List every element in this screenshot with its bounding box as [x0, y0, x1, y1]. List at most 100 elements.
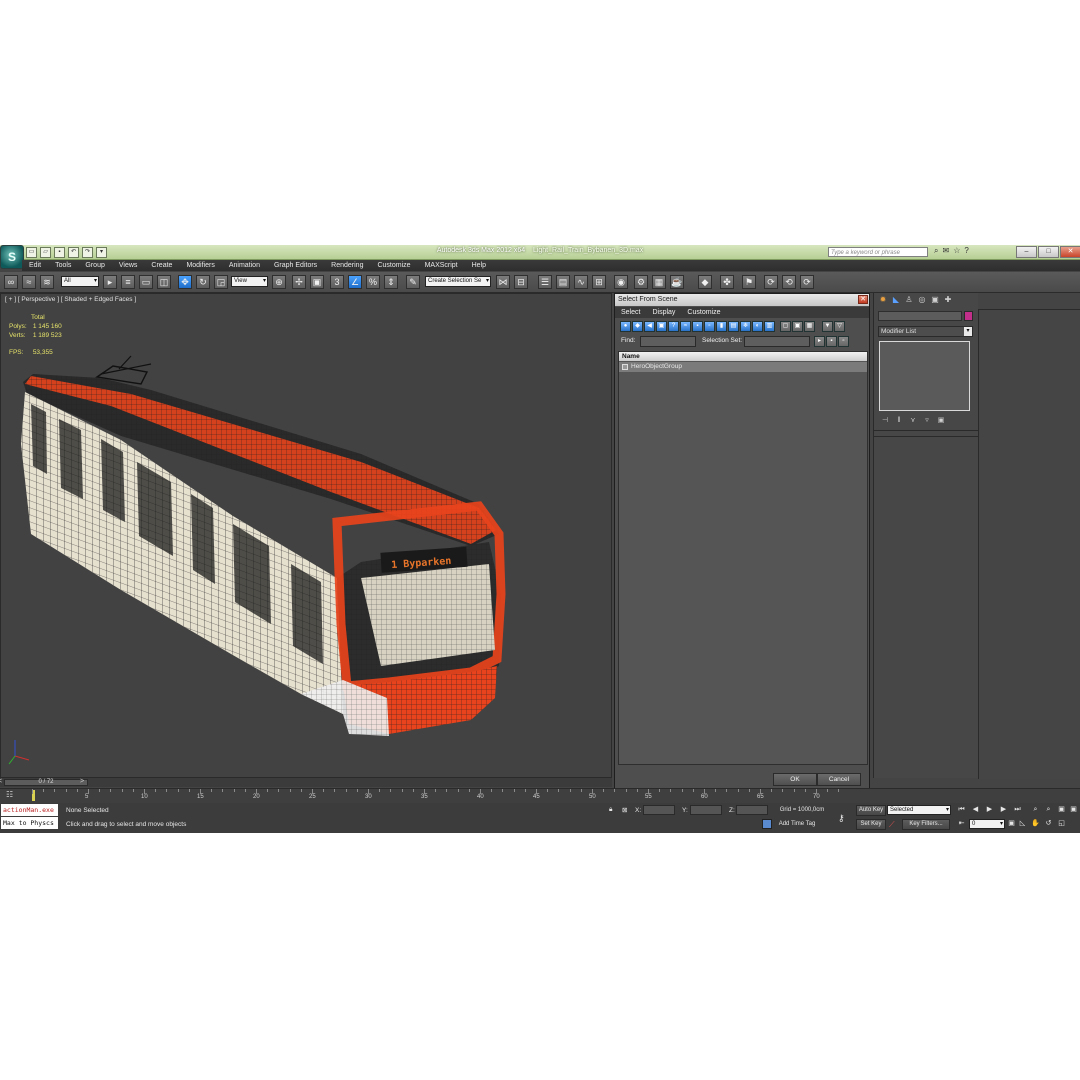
open-file-icon[interactable]: ▱ — [40, 247, 51, 258]
motion-tab-icon[interactable]: ◎ — [917, 295, 927, 305]
simulation-reset-icon[interactable]: ⟳ — [800, 275, 814, 289]
zoom-extents-icon[interactable]: ▣ — [1056, 805, 1067, 815]
time-slider[interactable]: 0 / 72 — [4, 779, 88, 786]
object-color-swatch[interactable] — [964, 311, 973, 321]
add-time-tag-button[interactable]: Add Time Tag — [776, 819, 818, 830]
physx-objects-icon[interactable]: ✤ — [720, 275, 734, 289]
edit-named-selection-icon[interactable]: ✎ — [406, 275, 420, 289]
track-bar[interactable]: ☷ 5 10 15 20 25 30 35 40 45 50 55 60 65 70 — [0, 788, 1080, 803]
mini-curve-editor-icon[interactable]: ☷ — [6, 790, 13, 799]
ok-button[interactable]: OK — [773, 773, 817, 786]
app-logo-icon[interactable]: S — [0, 245, 24, 269]
menu-graph-editors[interactable]: Graph Editors — [267, 260, 324, 271]
display-xrefs-icon[interactable]: ▫ — [704, 321, 715, 332]
hierarchy-tab-icon[interactable]: ♙ — [904, 295, 914, 305]
display-cameras-icon[interactable]: ▣ — [656, 321, 667, 332]
bind-spacewarp-icon[interactable]: ≋ — [40, 275, 54, 289]
current-frame-input[interactable]: 0 — [969, 819, 1005, 829]
menu-create[interactable]: Create — [144, 260, 179, 271]
selection-set-remove-icon[interactable]: ▪ — [826, 336, 837, 347]
maximize-icon[interactable]: □ — [1038, 246, 1059, 258]
sync-selection-icon[interactable]: ▦ — [804, 321, 815, 332]
absolute-mode-icon[interactable]: ⊠ — [622, 806, 627, 814]
schematic-view-icon[interactable]: ⊞ — [592, 275, 606, 289]
remove-modifier-icon[interactable]: ▿ — [922, 416, 932, 425]
select-object-icon[interactable]: ▸ — [103, 275, 117, 289]
selection-lock-icon[interactable]: 🔒︎ — [609, 806, 612, 814]
time-configuration-icon[interactable]: ▣ — [1006, 819, 1017, 829]
time-tag-icon[interactable] — [762, 819, 772, 829]
cancel-button[interactable]: Cancel — [817, 773, 861, 786]
display-bones-icon[interactable]: ▮ — [716, 321, 727, 332]
display-none-icon[interactable]: ▢ — [780, 321, 791, 332]
help-icon[interactable]: ? — [964, 246, 968, 256]
pan-view-icon[interactable]: ✋ — [1030, 819, 1041, 829]
display-helpers-icon[interactable]: ? — [668, 321, 679, 332]
selection-filter-dropdown[interactable]: All — [61, 276, 99, 287]
selection-set-edit-icon[interactable]: ▫ — [838, 336, 849, 347]
rectangular-selection-icon[interactable]: ▭ — [139, 275, 153, 289]
dialog-menu-display[interactable]: Display — [646, 307, 681, 318]
display-containers-icon[interactable]: ▤ — [728, 321, 739, 332]
save-file-icon[interactable]: ▪ — [54, 247, 65, 258]
angle-snap-icon[interactable]: ∠ — [348, 275, 362, 289]
utilities-tab-icon[interactable]: ✚ — [943, 295, 953, 305]
rendered-frame-window-icon[interactable]: ▦ — [652, 275, 666, 289]
make-unique-icon[interactable]: ⋎ — [908, 416, 918, 425]
zoom-extents-all-icon[interactable]: ▣ — [1068, 805, 1079, 815]
orbit-icon[interactable]: ↺ — [1043, 819, 1054, 829]
unlink-icon[interactable]: ≈ — [22, 275, 36, 289]
go-to-start-icon[interactable]: ⏮ — [956, 805, 967, 815]
new-file-icon[interactable]: ▭ — [26, 247, 37, 258]
layer-manager-icon[interactable]: ☰ — [538, 275, 552, 289]
selection-set-dropdown[interactable] — [744, 336, 810, 347]
menu-modifiers[interactable]: Modifiers — [179, 260, 221, 271]
time-slider-next-icon[interactable]: > — [80, 778, 84, 785]
display-all-icon[interactable]: ▥ — [764, 321, 775, 332]
key-icon[interactable]: ⚷ — [838, 813, 845, 824]
scene-object-list[interactable]: Name HeroObjectGroup — [618, 351, 868, 765]
select-by-name-icon[interactable]: ≡ — [121, 275, 135, 289]
render-setup-icon[interactable]: ⚙ — [634, 275, 648, 289]
list-item[interactable]: HeroObjectGroup — [619, 362, 867, 372]
dialog-title[interactable]: Select From Scene — [615, 294, 869, 306]
auto-key-button[interactable]: Auto Key — [856, 805, 886, 816]
pivot-center-icon[interactable]: ⊕ — [272, 275, 286, 289]
graphite-ribbon-icon[interactable]: ▤ — [556, 275, 570, 289]
menu-views[interactable]: Views — [112, 260, 145, 271]
go-to-end-icon[interactable]: ⏭ — [1012, 805, 1023, 815]
set-key-button[interactable]: Set Key — [856, 819, 886, 830]
curve-editor-icon[interactable]: ∿ — [574, 275, 588, 289]
menu-maxscript[interactable]: MAXScript — [418, 260, 465, 271]
previous-frame-icon[interactable]: ◀ — [970, 805, 981, 815]
perspective-viewport[interactable]: [ + ] [ Perspective ] [ Shaded + Edged F… — [0, 293, 612, 778]
display-groups-icon[interactable]: ▪ — [692, 321, 703, 332]
close-icon[interactable]: ✕ — [1060, 246, 1080, 258]
display-tab-icon[interactable]: ▣ — [930, 295, 940, 305]
favorites-icon[interactable]: ☆ — [953, 246, 960, 256]
display-geometry-icon[interactable]: ● — [620, 321, 631, 332]
physx-setup-icon[interactable]: ◆ — [698, 275, 712, 289]
selection-set-add-icon[interactable]: ▸ — [814, 336, 825, 347]
modifier-list-dropdown[interactable]: Modifier List — [878, 326, 973, 337]
align-icon[interactable]: ⊟ — [514, 275, 528, 289]
dialog-menu-select[interactable]: Select — [615, 307, 646, 318]
object-name-input[interactable] — [878, 311, 962, 321]
filter-options-icon[interactable]: ▽ — [834, 321, 845, 332]
select-link-icon[interactable]: ∞ — [4, 275, 18, 289]
y-coord-input[interactable] — [690, 805, 722, 815]
x-coord-input[interactable] — [643, 805, 675, 815]
reference-coord-dropdown[interactable]: View — [231, 276, 268, 287]
pin-stack-icon[interactable]: ⊣ — [880, 416, 890, 425]
set-key-icon[interactable]: ⟋ — [889, 820, 895, 830]
project-folder-icon[interactable]: ▾ — [96, 247, 107, 258]
tram-model[interactable]: 1 Byparken — [1, 294, 612, 778]
zoom-all-icon[interactable]: ⌕ — [1043, 805, 1054, 815]
menu-group[interactable]: Group — [78, 260, 111, 271]
display-lights-icon[interactable]: ◀ — [644, 321, 655, 332]
named-selection-set-dropdown[interactable]: Create Selection Se — [425, 276, 491, 287]
configure-modifier-sets-icon[interactable]: ▣ — [936, 416, 946, 425]
dialog-close-icon[interactable]: ✕ — [858, 295, 868, 304]
keyboard-shortcut-icon[interactable]: ▣ — [310, 275, 324, 289]
percent-snap-icon[interactable]: % — [366, 275, 380, 289]
